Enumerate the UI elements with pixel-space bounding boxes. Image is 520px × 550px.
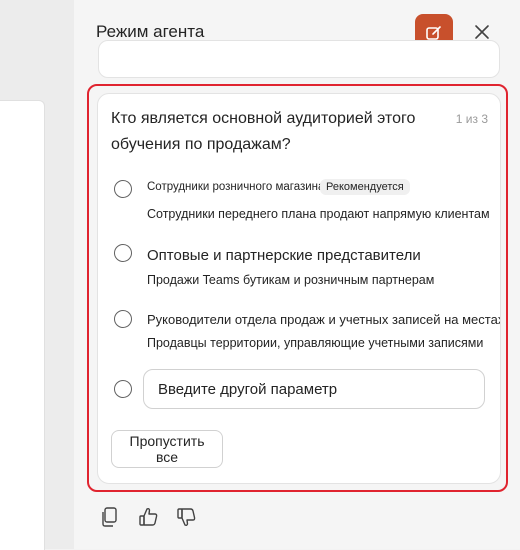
highlight-outline	[87, 84, 508, 492]
document-page-edge	[0, 100, 45, 550]
copy-icon	[102, 507, 117, 527]
close-icon	[475, 25, 489, 39]
previous-message-card	[98, 40, 500, 78]
thumbs-down-icon	[177, 508, 196, 527]
copy-button[interactable]	[100, 506, 122, 528]
thumbs-down-button[interactable]	[176, 506, 198, 528]
thumbs-up-button[interactable]	[138, 506, 160, 528]
pane-title: Режим агента	[96, 22, 205, 41]
thumbs-up-icon	[139, 507, 158, 526]
